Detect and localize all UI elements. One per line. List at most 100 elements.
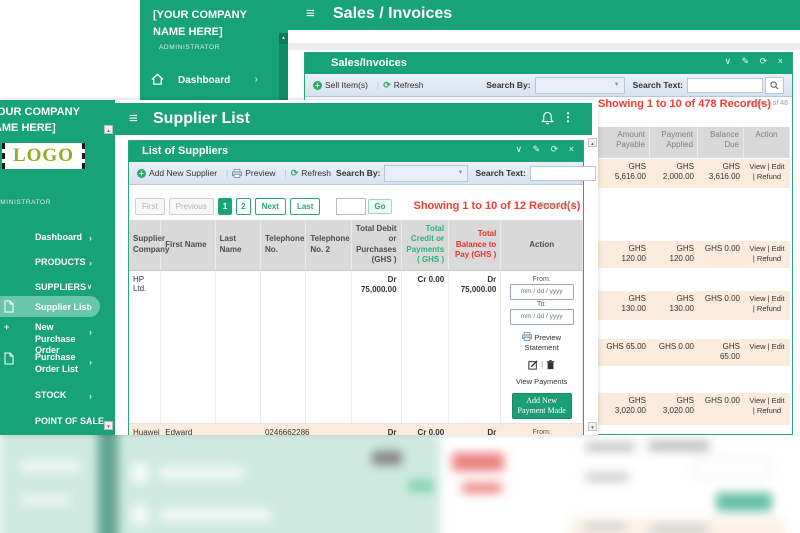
col-action: Action [501,220,583,270]
col-telephone-no: Telephone No. [260,220,305,270]
toolbar-separator: | [377,80,379,90]
add-new-supplier-button[interactable]: + Add New Supplier [137,168,217,178]
file-icon [4,300,14,315]
collapse-icon[interactable]: ∨ [725,56,733,66]
panel-toolbar: + Sell Item(s) | ⟳ Refresh Search By: ▼ … [305,74,792,97]
toolbar-separator: | [226,168,228,178]
refresh-button[interactable]: ⟳ Refresh [291,168,331,179]
telephone-cell: 0246662286 [260,423,305,435]
panel-controls: ∨ ✎ ⟳ × [510,144,576,155]
row-actions[interactable]: View | Edit | Refund [744,241,790,268]
chevron-right-icon: › [89,417,92,427]
user-role: ADMINISTRATOR [0,199,115,206]
search-text-input[interactable] [687,78,763,93]
sidebar-item-supplier-list[interactable]: Supplier List › [0,296,100,317]
refresh-icon[interactable]: ⟳ [760,56,769,66]
balance-due-cell: GHS 0.00 [698,291,744,320]
to-label: To: [537,301,546,308]
chevron-right-icon: › [89,258,92,268]
add-new-supplier-label: Add New Supplier [149,168,217,178]
previous-page-button[interactable]: Previous [169,198,214,215]
item-label: POINT OF SALE [35,416,105,428]
from-date-input[interactable] [510,284,574,300]
action-cell: From: To: Preview Statement [501,423,583,435]
supplier-row: Huawei Edward 0246662286 Dr 50,000.00 Cr… [129,423,583,435]
delete-icon[interactable] [546,360,555,370]
home-icon [150,72,165,91]
preview-button[interactable]: Preview [232,168,275,178]
telephone-cell [260,270,305,423]
chevron-right-icon: › [89,233,92,243]
scroll-up-icon[interactable]: ▲ [588,138,597,147]
options-menu-icon[interactable]: ⋮ [562,110,574,124]
plus-icon: + [4,322,9,332]
invoices-table: Amount Payable Payment Applied Balance D… [598,127,790,425]
refresh-icon[interactable]: ⟳ [551,144,560,154]
go-to-page-input[interactable] [336,198,366,215]
refresh-button[interactable]: ⟳ Refresh [383,80,423,91]
pin-icon[interactable]: ✎ [533,144,542,154]
table-row: GHS 5,616.00 GHS 2,000.00 GHS 3,616.00 V… [598,159,790,188]
close-icon[interactable]: × [778,56,784,66]
back-top-bar: ≡ Sales / Invoices [288,0,800,30]
next-page-button[interactable]: Next [255,198,286,215]
total-debit-cell: Dr 75,000.00 [351,270,401,423]
last-page-button[interactable]: Last [290,198,320,215]
search-by-select[interactable]: ▼ [535,77,625,94]
menu-icon[interactable]: ≡ [306,5,315,22]
chevron-down-icon: ▼ [614,82,620,88]
front-sidebar: [YOUR COMPANY NAME HERE] LOGO ADMINISTRA… [0,100,115,435]
page-2-button[interactable]: 2 [236,198,250,215]
collapse-icon[interactable]: ∨ [516,144,524,154]
scroll-up-icon[interactable]: ▲ [104,125,113,134]
go-button[interactable]: Go [368,199,391,214]
chevron-right-icon: › [89,357,92,367]
total-balance-cell: Dr 75,000.00 [449,270,501,423]
row-actions[interactable]: View | Edit | Refund [744,159,790,188]
col-balance-due: Balance Due [698,127,744,158]
sidebar-item-label: Dashboard [178,75,230,86]
sell-items-button[interactable]: + Sell Item(s) [313,80,368,90]
row-actions[interactable]: View | Edit | Refund [744,291,790,320]
amount-payable-cell: GHS 65.00 [598,339,650,366]
row-actions[interactable]: View | Edit [744,339,790,366]
scroll-down-icon[interactable]: ▼ [588,422,597,431]
edit-icon[interactable] [528,360,538,370]
payment-applied-cell: GHS 2,000.00 [650,159,698,188]
scroll-down-icon[interactable]: ▼ [104,421,113,430]
search-button[interactable] [765,77,784,94]
preview-statement-link[interactable]: Preview Statement [511,332,573,354]
search-text-input[interactable] [530,166,596,181]
page-info: Page 1 of 2 [539,202,575,209]
item-label: PRODUCTS [35,257,90,269]
printer-icon [232,169,242,178]
company-name: [YOUR COMPANY NAME HERE] [140,0,271,41]
suppliers-table-header: Supplier Company First Name Last Name Te… [129,220,583,270]
front-page-title: Supplier List [153,110,250,128]
to-date-input[interactable] [510,309,574,325]
view-payments-link[interactable]: View Payments [516,377,568,386]
supplier-row: HP Ltd. Dr 75,000.00 Cr 0.00 Dr 75,000.0… [129,270,583,423]
record-count-text: Showing 1 to 10 of 478 Record(s) [598,98,771,110]
first-page-button[interactable]: First [135,198,165,215]
company-name: [YOUR COMPANY NAME HERE] [0,100,111,137]
row-actions[interactable]: View | Edit | Refund [744,393,790,425]
search-by-select[interactable]: ▼ [384,165,468,182]
scroll-up-icon[interactable]: ▲ [279,33,288,44]
col-total-debit: Total Debit or Purchases (GHS ) [351,220,401,270]
add-new-payment-button[interactable]: Add New Payment Made [512,393,572,419]
page-1-button[interactable]: 1 [218,198,232,215]
user-role: ADMINISTRATOR [159,44,288,51]
menu-icon[interactable]: ≡ [129,110,138,127]
sidebar-item-dashboard[interactable]: Dashboard › [140,72,288,90]
col-first-name: First Name [161,220,215,270]
icon-separator: | [541,360,543,369]
amount-payable-cell: GHS 130.00 [598,291,650,320]
close-icon[interactable]: × [569,144,575,154]
bell-icon[interactable] [541,111,554,131]
table-row: GHS 120.00 GHS 120.00 GHS 0.00 View | Ed… [598,241,790,268]
item-label: Supplier List [35,302,90,314]
refresh-icon: ⟳ [383,80,391,91]
pin-icon[interactable]: ✎ [742,56,751,66]
action-cell: From: To: Preview Statement [501,270,583,423]
